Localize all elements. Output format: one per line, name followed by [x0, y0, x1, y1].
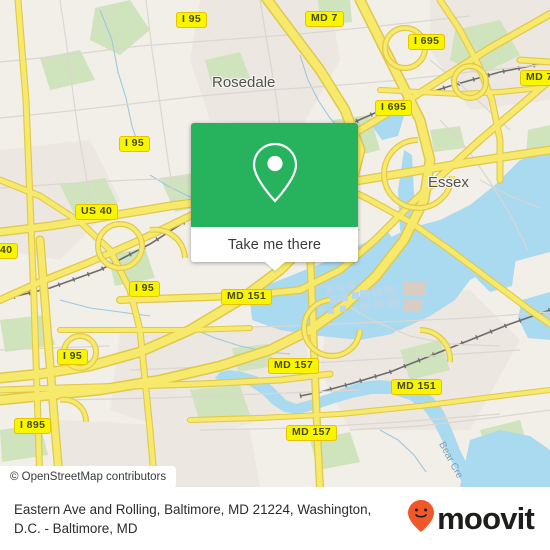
road-shield: MD 151: [391, 379, 443, 395]
road-shield: MD 157: [286, 425, 338, 441]
road-shield: I 95: [176, 12, 208, 28]
place-label-essex: Essex: [428, 174, 469, 191]
place-label-rosedale: Rosedale: [212, 74, 276, 91]
road-shield: MD 157: [268, 358, 320, 374]
road-shield: 40: [0, 243, 19, 259]
road-shield: I 95: [119, 136, 151, 152]
road-shield: I 95: [57, 349, 89, 365]
map-canvas[interactable]: I 95 MD 7 I 695 MD 70 I 695 I 95 US 40 4…: [0, 0, 550, 487]
callout-tail-icon: [264, 262, 285, 271]
location-title: Eastern Ave and Rolling, Baltimore, MD 2…: [14, 501, 372, 536]
moovit-logo[interactable]: moovit: [407, 499, 535, 538]
road-shield: I 895: [14, 418, 52, 434]
take-me-there-label: Take me there: [227, 236, 322, 253]
moovit-smiley-pin-icon: [407, 499, 435, 538]
road-shield: MD 7: [305, 11, 344, 27]
callout-image-area: [191, 123, 358, 227]
location-callout-card[interactable]: Take me there: [191, 123, 358, 271]
take-me-there-button[interactable]: Take me there: [191, 227, 358, 271]
road-shield: MD 70: [520, 70, 550, 86]
footer-bar: Eastern Ave and Rolling, Baltimore, MD 2…: [0, 487, 550, 550]
road-shield: I 695: [375, 100, 413, 116]
moovit-map-screenshot: I 95 MD 7 I 695 MD 70 I 695 I 95 US 40 4…: [0, 0, 550, 550]
attribution-text: © OpenStreetMap contributors: [10, 471, 167, 483]
map-attribution[interactable]: © OpenStreetMap contributors: [0, 466, 177, 487]
road-shield: I 695: [408, 34, 446, 50]
road-shield: I 95: [129, 281, 161, 297]
moovit-wordmark: moovit: [437, 501, 535, 536]
location-pin-icon: [247, 139, 303, 212]
road-shield: US 40: [75, 204, 119, 220]
road-shield: MD 151: [221, 289, 273, 305]
